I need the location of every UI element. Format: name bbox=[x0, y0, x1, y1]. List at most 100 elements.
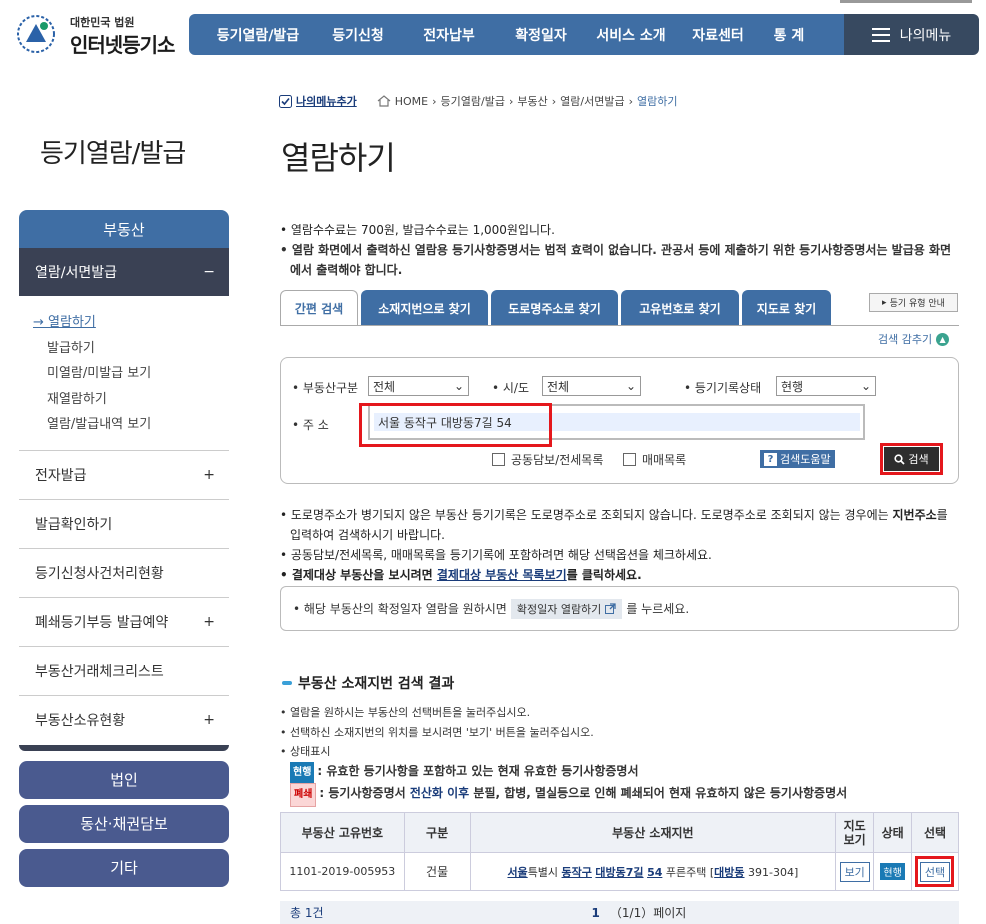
gnb-item-pay[interactable]: 전자납부 bbox=[403, 25, 495, 45]
tab-underline bbox=[280, 325, 959, 326]
note-payment: • 결제대상 부동산을 보시려면 결제대상 부동산 목록보기를 클릭하세요. bbox=[280, 565, 960, 585]
fixed-date-button[interactable]: 확정일자 열람하기 bbox=[510, 598, 623, 619]
table-row: 1101-2019-005953 건물 서울특별시 동작구 대방동7길 54 푸… bbox=[280, 852, 959, 891]
type-select[interactable]: 전체 ⌄ bbox=[368, 376, 469, 396]
status-badge-closed: 폐쇄 bbox=[290, 783, 317, 807]
breadcrumb-sub[interactable]: 열람/서면발급 bbox=[560, 93, 624, 109]
search-button[interactable]: 검색 bbox=[884, 447, 939, 471]
checkbox-icon bbox=[279, 94, 292, 108]
cell-address: 서울특별시 동작구 대방동7길 54 푸른주택 [대방동 391-304] bbox=[469, 852, 837, 891]
gnb-item-stats[interactable]: 통 계 bbox=[761, 25, 817, 45]
type-select-value: 전체 bbox=[373, 379, 396, 394]
tab-simple[interactable]: 간편 검색 bbox=[280, 290, 358, 326]
checkbox-icon bbox=[623, 453, 636, 466]
home-icon bbox=[377, 95, 391, 107]
search-tabs: 간편 검색 소재지번으로 찾기 도로명주소로 찾기 고유번호로 찾기 지도로 찾… bbox=[280, 290, 831, 326]
lnb-item-ownership[interactable]: 부동산소유현황 + bbox=[19, 696, 229, 745]
site-logo[interactable]: 대한민국 법원 인터넷등기소 bbox=[8, 8, 178, 58]
gnb-item-apply[interactable]: 등기신청 bbox=[313, 25, 403, 45]
breadcrumb-view[interactable]: 등기열람/발급 bbox=[441, 93, 505, 109]
note-road: • 도로명주소가 병기되지 않은 부동산 등기기록은 도로명주소로 조회되지 않… bbox=[280, 505, 960, 545]
gnb-item-view[interactable]: 등기열람/발급 bbox=[203, 25, 313, 45]
note-road-b: 지번주소 bbox=[892, 508, 937, 522]
sido-label: • 시/도 bbox=[492, 381, 530, 395]
tab-uid[interactable]: 고유번호로 찾기 bbox=[621, 290, 739, 326]
lnb-item-closed-reserve[interactable]: 폐쇄등기부등 발급예약 + bbox=[19, 598, 229, 647]
addr-link-sido[interactable]: 서울 bbox=[507, 866, 527, 879]
payment-list-link[interactable]: 결제대상 부동산 목록보기 bbox=[437, 568, 567, 582]
sido-select[interactable]: 전체 ⌄ bbox=[542, 376, 641, 396]
check-joint-collateral[interactable]: 공동담보/전세목록 bbox=[492, 451, 603, 468]
cell-map: 보기 bbox=[835, 852, 875, 891]
tab-lot[interactable]: 소재지번으로 찾기 bbox=[361, 290, 488, 326]
lnb-item-case-status[interactable]: 등기신청사건처리현황 bbox=[19, 549, 229, 598]
note-payment-c: 를 클릭하세요. bbox=[566, 568, 642, 582]
chevron-down-icon: ⌄ bbox=[860, 379, 871, 393]
lnb-item-label: 부동산거래체크리스트 bbox=[35, 663, 164, 680]
result-footer: 총 1건 1 （1/1）페이지 bbox=[280, 901, 959, 924]
note-fee: • 열람수수료는 700원, 발급수수료는 1,000원입니다. bbox=[280, 223, 555, 237]
col-status: 상태 bbox=[873, 812, 913, 853]
my-menu-button[interactable]: 나의메뉴 bbox=[844, 14, 979, 55]
map-view-button[interactable]: 보기 bbox=[839, 861, 870, 882]
page-number[interactable]: 1 bbox=[592, 906, 600, 920]
gnb-item-service[interactable]: 서비스 소개 bbox=[587, 25, 675, 45]
addr-text: 특별시 bbox=[527, 865, 562, 879]
lnb-category-realestate[interactable]: 부동산 bbox=[19, 210, 229, 248]
lnb-item-verify[interactable]: 발급확인하기 bbox=[19, 500, 229, 549]
lnb-item-label: 전자발급 bbox=[35, 467, 87, 484]
hamburger-icon bbox=[871, 27, 890, 42]
status-select[interactable]: 현행 ⌄ bbox=[776, 376, 876, 396]
cell-select: 선택 bbox=[911, 852, 959, 891]
addr-link-gu[interactable]: 동작구 bbox=[562, 866, 592, 879]
bullet-icon bbox=[282, 681, 292, 685]
status-label: • 등기기록상태 bbox=[684, 381, 762, 395]
note-payment-a: • 결제대상 부동산을 보시려면 bbox=[280, 568, 437, 582]
lnb-subitem-review[interactable]: 재열람하기 bbox=[33, 387, 229, 413]
lnb-subitem-history[interactable]: 열람/발급내역 보기 bbox=[33, 412, 229, 438]
lnb-subitem-issue[interactable]: 발급하기 bbox=[33, 336, 229, 362]
lnb-movable-button[interactable]: 동산·채권담보 bbox=[19, 804, 229, 843]
type-label: • 부동산구분 bbox=[292, 381, 359, 395]
breadcrumb-realestate[interactable]: 부동산 bbox=[517, 93, 547, 109]
addr-link-road[interactable]: 대방동7길 bbox=[595, 866, 643, 879]
lnb-subitems: → 열람하기 발급하기 미열람/미발급 보기 재열람하기 열람/발급내역 보기 bbox=[19, 296, 229, 451]
result-table: 부동산 고유번호 구분 부동산 소재지번 지도 보기 상태 선택 1101-20… bbox=[280, 812, 959, 891]
fixed-date-box: • 해당 부동산의 확정일자 열람을 원하시면 확정일자 열람하기 를 누르세요… bbox=[280, 586, 959, 631]
lnb-subitem-unviewed[interactable]: 미열람/미발급 보기 bbox=[33, 361, 229, 387]
note-options: • 공동담보/전세목록, 매매목록을 등기기록에 포함하려면 해당 선택옵션을 … bbox=[280, 548, 712, 562]
tab-map[interactable]: 지도로 찾기 bbox=[742, 290, 831, 326]
status-badge-now: 현행 bbox=[290, 761, 315, 783]
gnb-item-date[interactable]: 확정일자 bbox=[495, 25, 587, 45]
collapse-search[interactable]: 검색 감추기 ▲ bbox=[878, 331, 950, 347]
lnb-item-e-issue[interactable]: 전자발급 + bbox=[19, 451, 229, 500]
addr-text: 푸른주택 [ bbox=[662, 865, 715, 879]
addr-link-dong[interactable]: 대방동 bbox=[714, 866, 744, 879]
lnb-sub-active[interactable]: 열람/서면발급 − bbox=[19, 248, 229, 296]
result-title: 부동산 소재지번 검색 결과 bbox=[282, 673, 454, 693]
guide-button[interactable]: ▸ 등기 유형 안내 bbox=[869, 293, 958, 312]
lnb-other-button[interactable]: 기타 bbox=[19, 848, 229, 887]
addr-link-num[interactable]: 54 bbox=[647, 866, 662, 879]
lnb-item-checklist[interactable]: 부동산거래체크리스트 bbox=[19, 647, 229, 696]
breadcrumb-sep: › bbox=[628, 94, 633, 108]
breadcrumb: 나의메뉴추가 HOME › 등기열람/발급 › 부동산 › 열람/서면발급 › 열람하기 bbox=[279, 93, 677, 109]
lnb-subitem-view[interactable]: → 열람하기 bbox=[33, 310, 229, 336]
lnb-sub-active-label: 열람/서면발급 bbox=[35, 265, 117, 281]
legend-now-desc: : 유효한 등기사항을 포함하고 있는 현재 유효한 등기사항증명서 bbox=[317, 763, 639, 778]
status-select-value: 현행 bbox=[781, 379, 804, 394]
status-badge: 현행 bbox=[880, 863, 905, 880]
add-my-menu-link[interactable]: 나의메뉴추가 bbox=[296, 93, 357, 109]
collapse-label: 검색 감추기 bbox=[878, 333, 933, 346]
gnb-item-data[interactable]: 자료센터 bbox=[675, 25, 761, 45]
check-sales[interactable]: 매매목록 bbox=[623, 451, 686, 468]
result-title-text: 부동산 소재지번 검색 결과 bbox=[298, 676, 455, 692]
search-help-button[interactable]: ? 검색도움말 bbox=[760, 450, 835, 468]
lnb-corp-button[interactable]: 법인 bbox=[19, 760, 229, 799]
lnb-item-label: 발급확인하기 bbox=[35, 516, 113, 533]
sido-select-value: 전체 bbox=[547, 379, 570, 394]
fixed-date-text2: 를 누르세요. bbox=[626, 602, 690, 616]
breadcrumb-home[interactable]: HOME bbox=[395, 95, 428, 108]
question-icon: ? bbox=[764, 452, 777, 466]
tab-road[interactable]: 도로명주소로 찾기 bbox=[491, 290, 618, 326]
